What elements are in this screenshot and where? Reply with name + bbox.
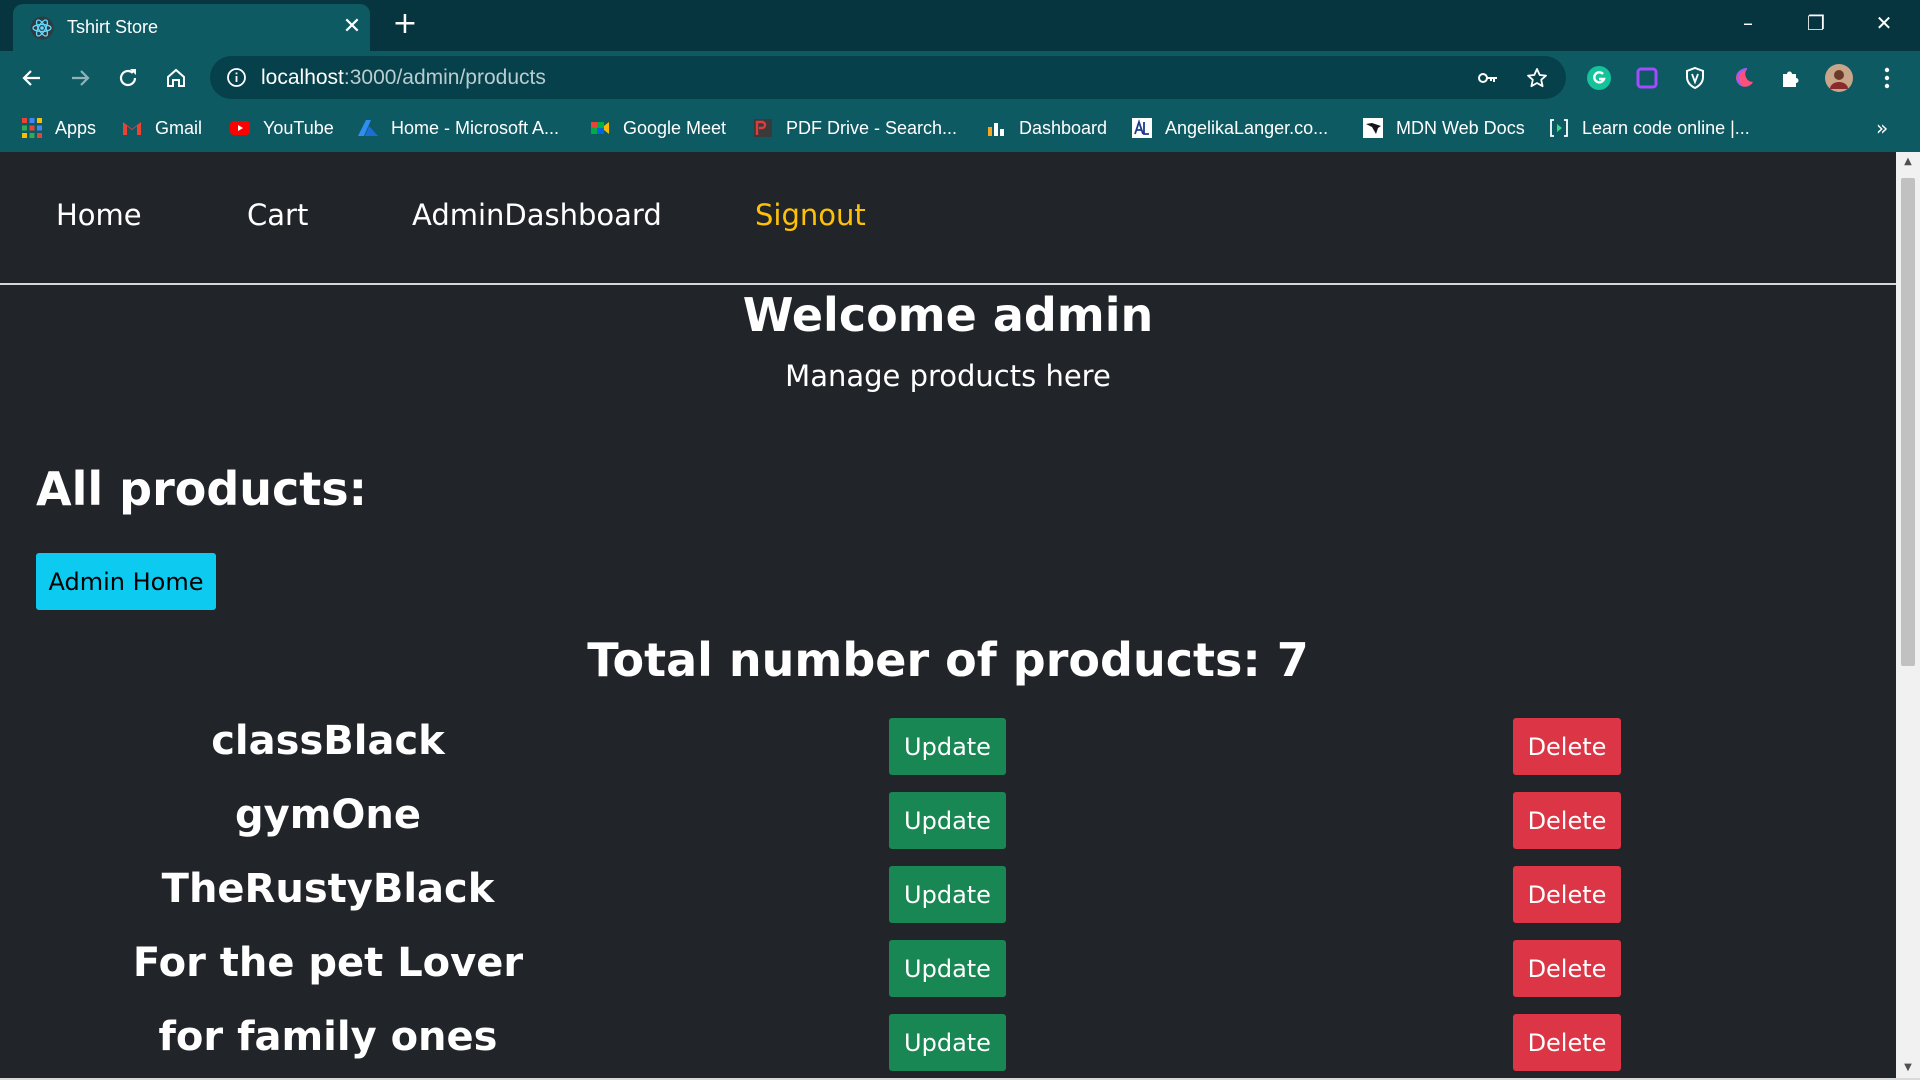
- bookmark-angelika[interactable]: AngelikaLanger.co...: [1131, 115, 1328, 141]
- delete-button[interactable]: Delete: [1513, 718, 1621, 775]
- total-products-heading: Total number of products: 7: [587, 633, 1309, 687]
- url-path: :3000/admin/products: [343, 66, 546, 89]
- bookmark-mdn[interactable]: MDN Web Docs: [1362, 115, 1525, 141]
- product-name: For the pet Lover: [132, 940, 524, 986]
- url-host: localhost: [261, 66, 344, 89]
- key-icon[interactable]: [1477, 67, 1499, 89]
- bookmark-label: AngelikaLanger.co...: [1165, 117, 1329, 138]
- youtube-icon: [229, 117, 251, 139]
- pdf-drive-icon: [752, 117, 774, 139]
- reload-icon[interactable]: [112, 62, 144, 94]
- product-row: classBlack Update Delete: [0, 712, 1896, 786]
- google-meet-icon: [589, 117, 611, 139]
- page-title: Welcome admin: [742, 288, 1154, 342]
- product-name: classBlack: [211, 718, 445, 764]
- dark-mode-moon-icon[interactable]: [1729, 64, 1757, 92]
- codecademy-icon: [1548, 117, 1570, 139]
- azure-icon: [357, 117, 379, 139]
- nav-admin-dashboard-link[interactable]: AdminDashboard: [412, 198, 662, 232]
- product-row: for family ones Update Delete: [0, 1008, 1896, 1078]
- bookmark-codecademy[interactable]: Learn code online |...: [1548, 115, 1750, 141]
- browser-tabstrip: Tshirt Store ✕ + – ❐ ✕: [0, 0, 1920, 51]
- delete-button[interactable]: Delete: [1513, 940, 1621, 997]
- tab-close-icon[interactable]: ✕: [341, 16, 363, 38]
- page-subtitle: Manage products here: [785, 359, 1111, 393]
- home-icon[interactable]: [160, 62, 192, 94]
- update-button[interactable]: Update: [889, 718, 1006, 775]
- bookmark-dashboard[interactable]: Dashboard: [985, 115, 1107, 141]
- section-title: All products:: [36, 462, 368, 516]
- delete-button[interactable]: Delete: [1513, 1014, 1621, 1071]
- bookmark-google-meet[interactable]: Google Meet: [589, 115, 726, 141]
- tab-title: Tshirt Store: [67, 17, 159, 37]
- update-button[interactable]: Update: [889, 792, 1006, 849]
- apps-grid-icon: [21, 117, 43, 139]
- nav-cart-link[interactable]: Cart: [247, 198, 308, 232]
- new-tab-icon[interactable]: +: [390, 9, 420, 39]
- delete-button[interactable]: Delete: [1513, 866, 1621, 923]
- menu-kebab-icon[interactable]: [1873, 64, 1901, 92]
- address-bar[interactable]: localhost:3000/admin/products: [210, 56, 1566, 99]
- bookmark-label: Gmail: [155, 117, 203, 138]
- product-row: For the pet Lover Update Delete: [0, 934, 1896, 1008]
- scroll-down-arrow-icon[interactable]: ▼: [1902, 1062, 1914, 1074]
- back-arrow-icon[interactable]: [16, 62, 48, 94]
- admin-home-button[interactable]: Admin Home: [36, 553, 216, 610]
- product-name: gymOne: [235, 792, 421, 838]
- bookmark-label: PDF Drive - Search...: [786, 117, 958, 138]
- mdn-icon: [1362, 117, 1384, 139]
- profile-avatar[interactable]: [1825, 64, 1853, 92]
- gmail-icon: [121, 117, 143, 139]
- bookmark-gmail[interactable]: Gmail: [121, 115, 202, 141]
- nav-home-link[interactable]: Home: [56, 198, 142, 232]
- bookmark-microsoft[interactable]: Home - Microsoft A...: [357, 115, 559, 141]
- bookmark-label: Home - Microsoft A...: [391, 117, 560, 138]
- browser-toolbar: localhost:3000/admin/products: [0, 51, 1920, 104]
- product-row: gymOne Update Delete: [0, 786, 1896, 860]
- bookmark-pdf-drive[interactable]: PDF Drive - Search...: [752, 115, 957, 141]
- nav-signout-link[interactable]: Signout: [755, 198, 866, 232]
- product-row: TheRustyBlack Update Delete: [0, 860, 1896, 934]
- dashboard-icon: [985, 117, 1007, 139]
- shield-icon[interactable]: [1681, 64, 1709, 92]
- page-viewport: Home Cart AdminDashboard Signout Welcome…: [0, 152, 1896, 1078]
- star-icon[interactable]: [1526, 67, 1548, 89]
- bookmark-label: MDN Web Docs: [1396, 117, 1525, 138]
- bookmark-label: Apps: [55, 117, 97, 138]
- grammarly-icon[interactable]: [1585, 64, 1613, 92]
- react-icon: [29, 15, 55, 41]
- window-close-icon[interactable]: ✕: [1864, 8, 1904, 38]
- bookmarks-bar: Apps Gmail YouTube Home - Microsoft A...…: [0, 104, 1920, 152]
- delete-button[interactable]: Delete: [1513, 792, 1621, 849]
- info-icon[interactable]: [226, 67, 247, 88]
- restore-icon[interactable]: ❐: [1796, 8, 1836, 38]
- bookmark-label: YouTube: [263, 117, 334, 138]
- bookmark-apps[interactable]: Apps: [21, 115, 96, 141]
- bookmark-label: Dashboard: [1019, 117, 1108, 138]
- bookmark-label: Google Meet: [623, 117, 727, 138]
- update-button[interactable]: Update: [889, 866, 1006, 923]
- update-button[interactable]: Update: [889, 940, 1006, 997]
- bookmarks-overflow-icon[interactable]: »: [1876, 116, 1896, 140]
- bookmark-youtube[interactable]: YouTube: [229, 115, 334, 141]
- site-navbar: Home Cart AdminDashboard Signout: [0, 152, 1896, 285]
- update-button[interactable]: Update: [889, 1014, 1006, 1071]
- puzzle-extensions-icon[interactable]: [1777, 64, 1805, 92]
- extension-square-icon[interactable]: [1633, 64, 1661, 92]
- angelika-icon: [1131, 117, 1153, 139]
- minimize-icon[interactable]: –: [1728, 8, 1768, 38]
- bookmark-label: Learn code online |...: [1582, 117, 1750, 138]
- forward-arrow-icon[interactable]: [64, 62, 96, 94]
- url-text: localhost:3000/admin/products: [261, 66, 546, 90]
- browser-tab[interactable]: Tshirt Store ✕: [13, 4, 370, 51]
- product-name: for family ones: [158, 1014, 498, 1060]
- scroll-up-arrow-icon[interactable]: ▲: [1902, 156, 1914, 168]
- page-scrollbar[interactable]: ▲ ▼: [1896, 152, 1920, 1078]
- scroll-thumb[interactable]: [1901, 178, 1915, 666]
- product-name: TheRustyBlack: [161, 866, 495, 912]
